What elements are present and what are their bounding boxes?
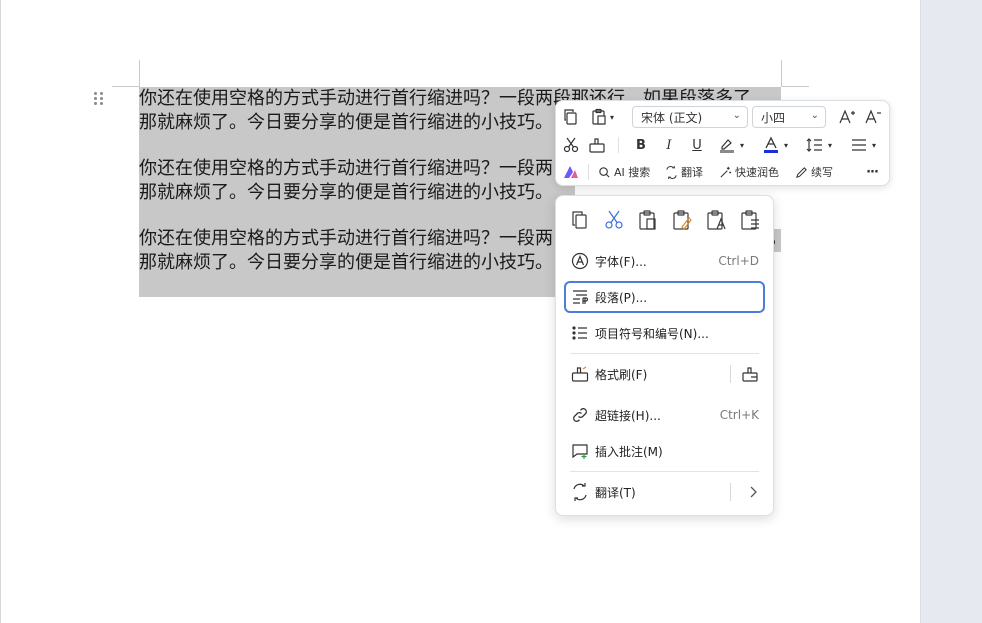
font-color-chevron-icon[interactable]: ▾ [780,134,792,156]
align-icon[interactable] [848,134,870,156]
menu-divider [570,471,759,472]
font-icon [571,252,589,270]
font-name-select[interactable]: 宋体 (正文) ⌄ [632,106,748,128]
format-painter-lock-icon[interactable] [741,365,759,383]
copy-icon[interactable] [568,208,592,232]
toolbar-separator [588,164,589,180]
page-corner-mark-left-h [112,86,140,87]
decrease-font-size-icon[interactable] [862,106,884,128]
toolbar-separator [618,137,619,153]
format-painter-icon [571,365,589,383]
paragraph-drag-handle-icon[interactable] [93,91,105,107]
paste-icon[interactable] [636,208,660,232]
bold-button[interactable]: B [630,134,652,156]
menu-item-label: 超链接(H)... [595,409,661,423]
paste-special-icon[interactable] [738,208,762,232]
menu-item-paragraph[interactable]: 段落(P)... [564,281,765,313]
translate-button[interactable]: 翻译 [665,161,703,183]
copy-icon[interactable] [560,106,582,128]
menu-item-label: 翻译(T) [595,486,636,500]
menu-item-label: 格式刷(F) [595,368,648,382]
menu-item-font[interactable]: 字体(F)... Ctrl+D [564,245,765,277]
line-spacing-icon[interactable] [804,134,826,156]
translate-label: 翻译 [681,166,703,179]
page-corner-mark-right-h [781,86,809,87]
paste-options-chevron-icon[interactable]: ▾ [606,106,618,128]
line-spacing-chevron-icon[interactable]: ▾ [824,134,836,156]
floating-format-toolbar: ▾ 宋体 (正文) ⌄ 小四 ⌄ B I U ▾ ▾ ▾ ▾ AI 搜索 翻译 … [555,100,890,186]
comment-add-icon [571,442,589,460]
chevron-right-icon[interactable] [744,483,762,501]
clipboard-actions-row [566,208,766,234]
pen-icon [796,166,807,178]
italic-button[interactable]: I [658,134,680,156]
ai-assistant-icon[interactable] [560,161,582,183]
menu-item-hyperlink[interactable]: 超链接(H)... Ctrl+K [564,399,765,431]
menu-item-label: 项目符号和编号(N)... [595,327,709,341]
menu-item-shortcut: Ctrl+D [718,254,759,268]
font-size-value: 小四 [761,110,786,125]
more-options-icon[interactable]: ··· [861,161,883,183]
bullet-list-icon [571,324,589,342]
text-line-start: 你还在使用空格的方式手动进行首行缩进吗？一段两 [139,228,553,249]
link-icon [571,406,589,424]
page-corner-mark-left-v [139,60,140,86]
right-side-panel [920,0,982,623]
paste-keep-format-icon[interactable] [670,208,694,232]
menu-item-label: 插入批注(M) [595,445,663,459]
menu-item-translate[interactable]: 翻译(T) [564,476,765,508]
font-color-icon[interactable] [760,134,782,156]
chevron-down-icon: ⌄ [732,110,741,121]
paragraph-icon [571,288,589,306]
continue-writing-button[interactable]: 续写 [795,161,833,183]
quick-polish-button[interactable]: 快速润色 [719,161,779,183]
increase-font-size-icon[interactable] [836,106,858,128]
cut-icon[interactable] [602,208,626,232]
page-corner-mark-right-v [781,60,782,86]
align-chevron-icon[interactable]: ▾ [868,134,880,156]
menu-divider [570,353,759,354]
paste-text-only-icon[interactable] [704,208,728,232]
menu-item-shortcut: Ctrl+K [719,408,759,422]
translate-icon [571,483,589,501]
menu-item-label: 段落(P)... [595,291,648,305]
highlight-color-chevron-icon[interactable]: ▾ [736,134,748,156]
ai-search-label: AI 搜索 [614,166,651,179]
translate-icon [666,165,677,179]
magic-wand-icon [720,166,732,178]
menu-item-bullets-numbering[interactable]: 项目符号和编号(N)... [564,317,765,349]
font-name-value: 宋体 (正文) [641,110,703,125]
menu-item-insert-comment[interactable]: 插入批注(M) [564,435,765,467]
quick-polish-label: 快速润色 [735,166,779,179]
menu-item-format-painter[interactable]: 格式刷(F) [564,358,765,390]
underline-button[interactable]: U [686,134,708,156]
format-painter-icon[interactable] [586,134,608,156]
search-icon [599,166,610,178]
chevron-down-icon: ⌄ [810,110,819,121]
menu-item-separator [730,483,731,501]
menu-item-separator [730,365,731,383]
font-size-select[interactable]: 小四 ⌄ [752,106,826,128]
context-menu: 字体(F)... Ctrl+D 段落(P)... 项目符号和编号(N)... 格… [555,195,774,516]
menu-item-label: 字体(F)... [595,255,647,269]
continue-writing-label: 续写 [811,166,833,179]
ai-search-button[interactable]: AI 搜索 [598,161,650,183]
highlight-color-icon[interactable] [716,134,738,156]
cut-icon[interactable] [560,134,582,156]
